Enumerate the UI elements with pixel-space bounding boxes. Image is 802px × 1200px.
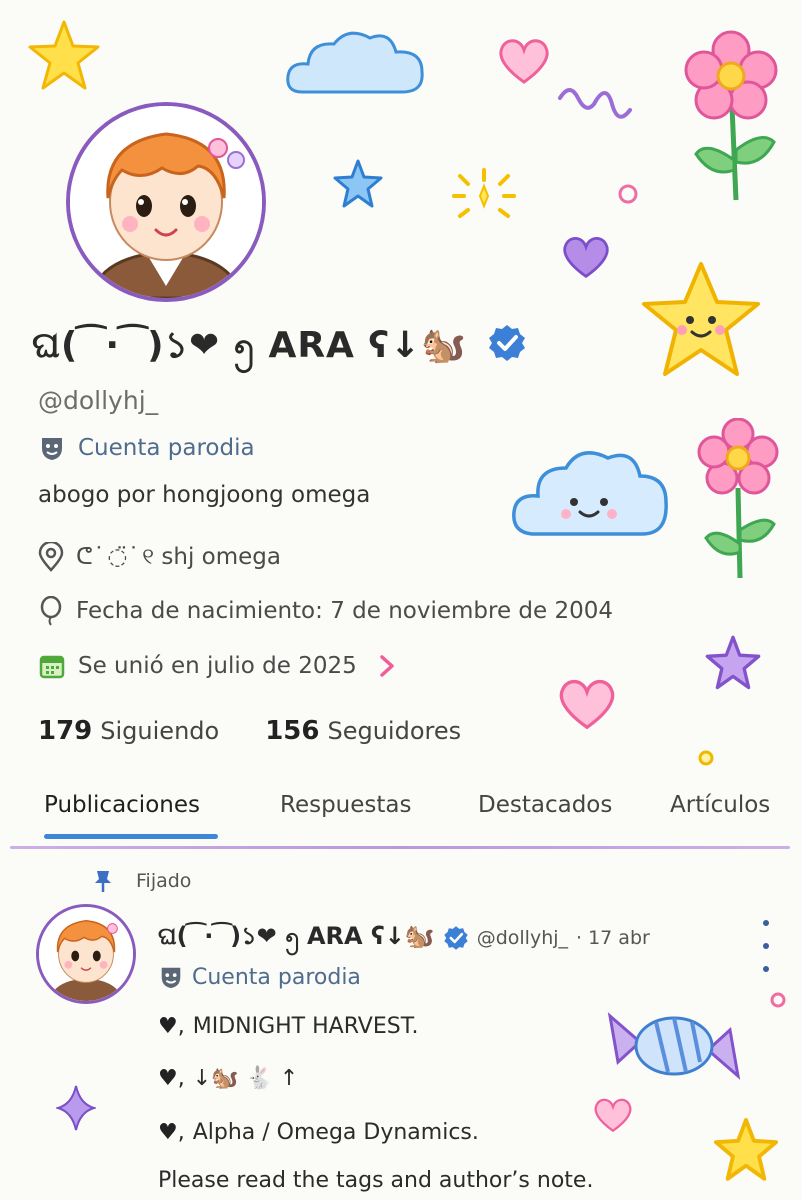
followers-count: 156 xyxy=(265,716,320,746)
follow-stats: 179 Siguiendo 156 Seguidores xyxy=(38,716,461,746)
joined-text: Se unió en julio de 2025 xyxy=(78,653,357,679)
heart-doodle-pink-3 xyxy=(594,1098,632,1133)
post-text-line-1: ♥, MIDNIGHT HARVEST. xyxy=(158,1014,419,1039)
post-author-handle[interactable]: @dollyhj_ xyxy=(477,927,568,949)
following-label: Siguiendo xyxy=(100,717,220,745)
location-pin-icon xyxy=(38,542,64,572)
tabs-divider xyxy=(10,846,790,849)
post-line-2: ↓🐿️ 🐇 ↑ xyxy=(192,1066,299,1091)
smiling-cloud-doodle xyxy=(512,451,668,536)
pin-icon xyxy=(95,871,111,892)
heart-doodle-pink-2 xyxy=(559,679,615,730)
verified-badge-icon xyxy=(488,325,525,361)
balloon-icon xyxy=(40,596,62,626)
profile-tabs: Publicaciones Respuestas Destacados Artí… xyxy=(0,792,802,844)
following-count: 179 xyxy=(38,716,93,746)
cloud-doodle-blue xyxy=(286,31,424,94)
calendar-icon xyxy=(39,655,65,679)
post-text-line-2: ♥, ↓🐿️ 🐇 ↑ xyxy=(158,1066,298,1091)
joined-row[interactable]: Se unió en julio de 2025 xyxy=(38,652,397,680)
profile-display-name: ଘ( ͡ · ͡ )১❤ ၅ ARA ʕ↓🐿️ xyxy=(32,318,527,378)
squiggle-doodle-purple xyxy=(558,88,632,119)
black-heart-icon: ♥, xyxy=(158,1014,185,1039)
post-text-line-3: ♥, Alpha / Omega Dynamics. xyxy=(158,1120,479,1145)
circle-doodle-pink-2 xyxy=(770,992,786,1008)
chevron-right-icon[interactable] xyxy=(377,653,397,679)
profile-handle: @dollyhj_ xyxy=(38,386,159,415)
circle-doodle-pink xyxy=(618,184,638,204)
star-doodle-yellow-2 xyxy=(713,1117,779,1181)
followers-label: Seguidores xyxy=(327,717,462,745)
flower-doodle-pink-2 xyxy=(697,418,779,579)
post-author-name[interactable]: ଘ( ͡ · ͡ )১❤ ၅ ARA ʕ↓🐿️ xyxy=(158,918,435,958)
parody-label: Cuenta parodia xyxy=(78,435,255,461)
sparkle-doodle-purple xyxy=(56,1085,96,1131)
active-tab-indicator xyxy=(44,834,218,839)
more-vertical-icon[interactable] xyxy=(760,920,772,972)
location-text: ᕦ ͘ ◌̈ ͘ ୧ shj omega xyxy=(76,544,281,570)
theater-mask-icon xyxy=(161,967,181,989)
theater-mask-icon xyxy=(42,438,62,460)
verified-badge-icon xyxy=(444,926,468,950)
pinned-label: Fijado xyxy=(136,870,192,892)
display-name-text: ଘ( ͡ · ͡ )১❤ ၅ ARA ʕ↓🐿️ xyxy=(32,325,468,366)
post-parody-label: Cuenta parodia xyxy=(192,964,361,990)
location-row: ᕦ ͘ ◌̈ ͘ ୧ shj omega xyxy=(38,542,281,572)
profile-avatar[interactable] xyxy=(66,102,266,302)
pinned-indicator: Fijado xyxy=(90,868,191,894)
tab-articulos[interactable]: Artículos xyxy=(670,792,770,818)
flower-doodle-pink xyxy=(684,30,778,201)
sparkle-doodle-yellow xyxy=(452,168,516,218)
birthdate-row: Fecha de nacimiento: 7 de noviembre de 2… xyxy=(38,596,613,626)
tab-destacados[interactable]: Destacados xyxy=(478,792,612,818)
tab-publicaciones[interactable]: Publicaciones xyxy=(44,792,200,818)
star-doodle-purple xyxy=(705,635,761,690)
birthdate-text: Fecha de nacimiento: 7 de noviembre de 2… xyxy=(76,598,614,624)
followers-link[interactable]: 156 Seguidores xyxy=(265,716,461,746)
profile-bio: abogo por hongjoong omega xyxy=(38,482,371,508)
following-link[interactable]: 179 Siguiendo xyxy=(38,716,219,746)
parody-account-row: Cuenta parodia xyxy=(38,434,255,462)
post-parody-row: Cuenta parodia xyxy=(158,964,361,990)
heart-doodle-purple xyxy=(563,236,609,279)
post-line-1: MIDNIGHT HARVEST. xyxy=(192,1014,419,1039)
black-heart-icon: ♥, xyxy=(158,1120,185,1145)
tab-respuestas[interactable]: Respuestas xyxy=(280,792,412,818)
candy-doodle xyxy=(607,1012,741,1080)
post-line-4: Please read the tags and author’s note. xyxy=(158,1168,594,1193)
post-header: ଘ( ͡ · ͡ )১❤ ၅ ARA ʕ↓🐿️ @dollyhj_ · 17 a… xyxy=(158,918,650,958)
black-heart-icon: ♥, xyxy=(158,1066,185,1091)
post-line-3: Alpha / Omega Dynamics. xyxy=(192,1120,479,1145)
kebab-dot xyxy=(763,966,769,972)
post-text-line-4: Please read the tags and author’s note. xyxy=(158,1168,593,1193)
kebab-dot xyxy=(763,920,769,926)
kebab-dot xyxy=(763,943,769,949)
star-doodle-blue xyxy=(333,159,383,208)
post-author-avatar[interactable] xyxy=(36,904,136,1004)
star-doodle-yellow xyxy=(28,20,100,90)
post-date: · 17 abr xyxy=(576,927,650,949)
heart-doodle-pink xyxy=(499,39,549,84)
smiling-star-doodle xyxy=(642,262,760,376)
dot-doodle-yellow xyxy=(698,750,714,766)
